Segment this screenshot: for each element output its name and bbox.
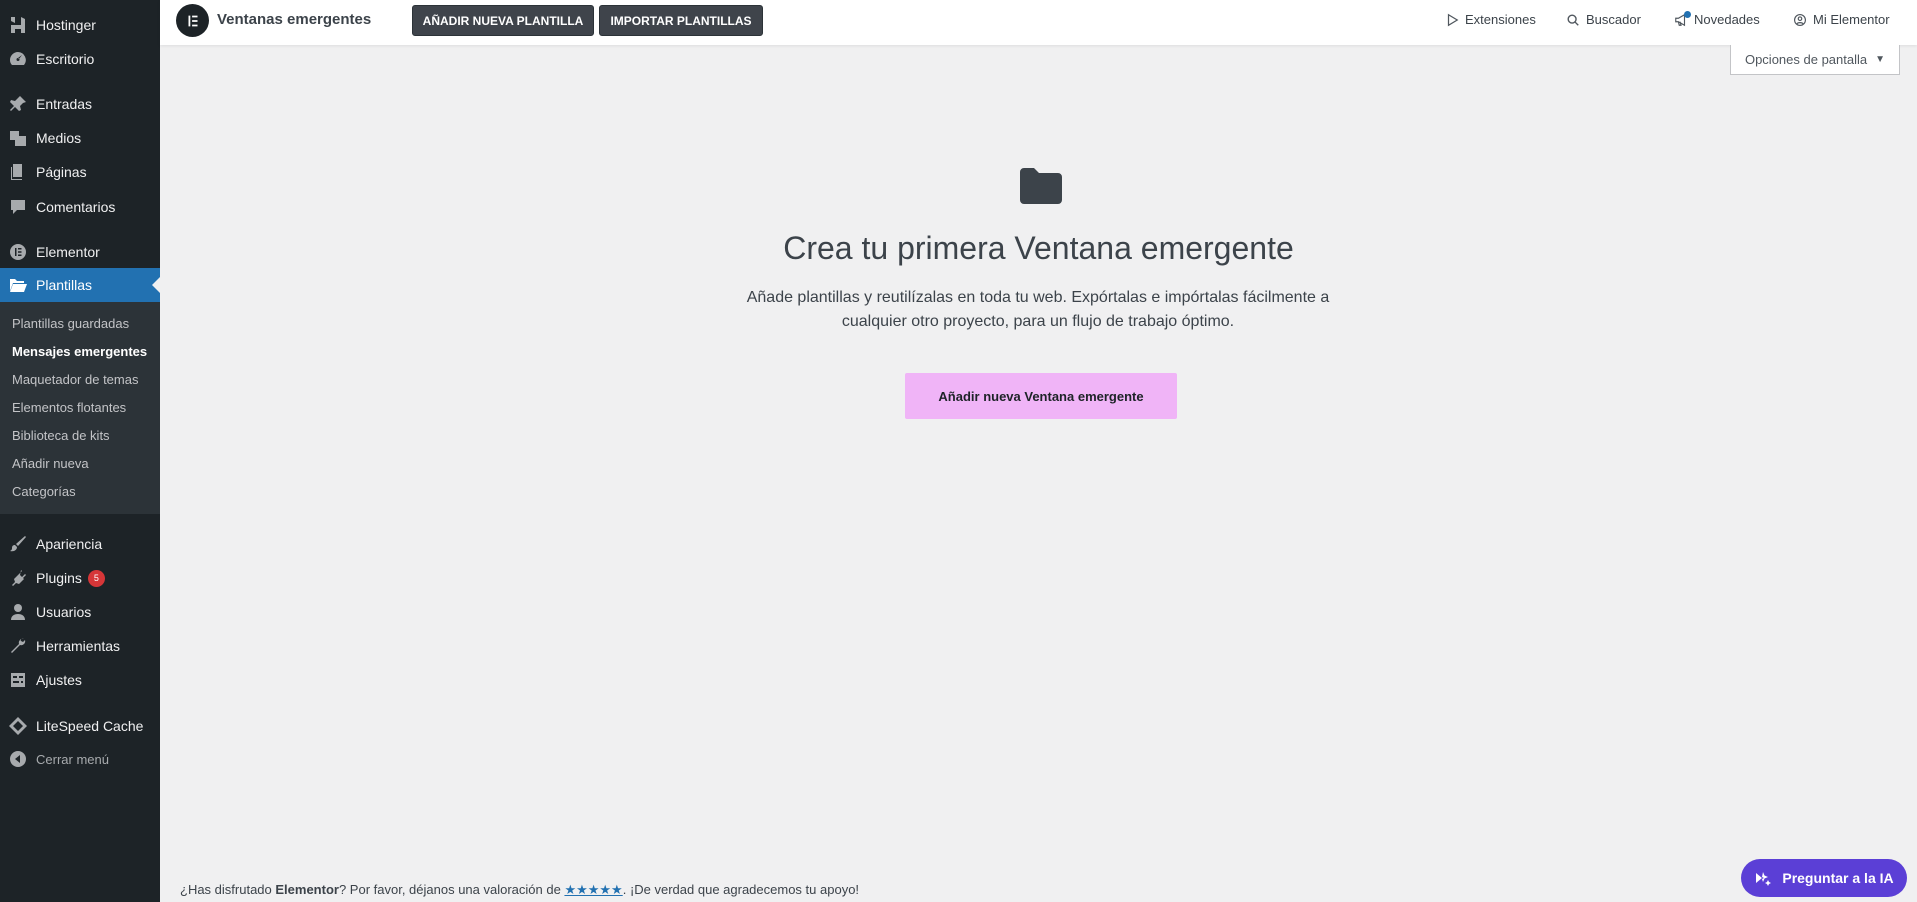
empty-state-title: Crea tu primera Ventana emergente xyxy=(783,230,1294,266)
media-icon xyxy=(0,128,36,148)
sidebar-item-escritorio[interactable]: Escritorio xyxy=(0,42,160,76)
sidebar-item-elementor[interactable]: Elementor xyxy=(0,235,160,269)
sidebar-item-plugins[interactable]: Plugins 5 xyxy=(0,561,160,595)
admin-sidebar: Hostinger Escritorio Entradas Medios Pág… xyxy=(0,0,160,902)
folder-icon xyxy=(1020,168,1062,204)
elementor-icon xyxy=(0,242,36,262)
elementor-logo xyxy=(176,4,209,37)
brush-icon xyxy=(0,534,36,554)
plugin-icon xyxy=(0,568,36,588)
sidebar-item-label: Entradas xyxy=(36,96,93,112)
ask-ai-label: Preguntar a la IA xyxy=(1782,870,1894,886)
admin-footer: ¿Has disfrutado Elementor? Por favor, dé… xyxy=(180,882,859,898)
sidebar-item-label: Comentarios xyxy=(36,199,116,215)
caret-down-icon: ▼ xyxy=(1875,54,1886,65)
play-outline-icon xyxy=(1447,13,1459,26)
hostinger-icon xyxy=(0,15,36,35)
user-icon xyxy=(0,602,36,622)
search-link[interactable]: Buscador xyxy=(1566,12,1641,27)
sidebar-item-label: Usuarios xyxy=(36,604,92,620)
ask-ai-button[interactable]: Preguntar a la IA xyxy=(1741,859,1907,897)
sidebar-item-label: Páginas xyxy=(36,164,87,180)
plugins-update-badge: 5 xyxy=(87,569,105,587)
sidebar-item-label: Herramientas xyxy=(36,638,121,654)
collapse-menu-label: Cerrar menú xyxy=(36,751,109,767)
elementor-top-bar: Ventanas emergentes AÑADIR NUEVA PLANTIL… xyxy=(160,0,1917,45)
screen-options-label: Opciones de pantalla xyxy=(1744,52,1868,67)
rating-stars-link[interactable]: ★★★★★ xyxy=(564,882,622,897)
submenu-item-categories[interactable]: Categorías xyxy=(12,484,76,499)
dashboard-icon xyxy=(0,49,36,69)
pin-icon xyxy=(0,94,36,114)
collapse-arrow-icon xyxy=(0,749,36,769)
user-circle-icon xyxy=(1794,13,1806,26)
sidebar-item-herramientas[interactable]: Herramientas xyxy=(0,629,160,663)
pages-icon xyxy=(0,162,36,182)
submenu-item-theme-builder[interactable]: Maquetador de temas xyxy=(12,372,138,387)
sidebar-item-label: Ajustes xyxy=(36,672,82,688)
extensions-link[interactable]: Extensiones xyxy=(1445,12,1536,27)
add-new-template-button[interactable]: AÑADIR NUEVA PLANTILLA xyxy=(412,5,594,36)
search-icon xyxy=(1567,13,1579,26)
ai-sparkle-icon xyxy=(1756,872,1772,886)
sidebar-item-label: Escritorio xyxy=(36,51,95,67)
sidebar-item-usuarios[interactable]: Usuarios xyxy=(0,595,160,629)
sidebar-item-litespeed-cache[interactable]: LiteSpeed Cache xyxy=(0,709,160,743)
footer-brand: Elementor xyxy=(275,882,339,897)
sidebar-item-apariencia[interactable]: Apariencia xyxy=(0,527,160,561)
footer-prefix: ¿Has disfrutado xyxy=(180,882,276,897)
sidebar-item-hostinger[interactable]: Hostinger xyxy=(0,8,160,42)
collapse-menu-button[interactable]: Cerrar menú xyxy=(0,742,160,776)
folder-open-icon xyxy=(0,275,36,295)
megaphone-icon xyxy=(1674,10,1694,27)
sidebar-item-entradas[interactable]: Entradas xyxy=(0,87,160,121)
screen-options-toggle[interactable]: Opciones de pantalla ▼ xyxy=(1730,45,1900,75)
sidebar-item-label: Medios xyxy=(36,130,82,146)
search-label: Buscador xyxy=(1586,12,1641,27)
sidebar-item-label: Elementor xyxy=(36,244,100,260)
sidebar-item-comentarios[interactable]: Comentarios xyxy=(0,190,160,224)
submenu-item-saved-templates[interactable]: Plantillas guardadas xyxy=(12,316,129,331)
settings-icon xyxy=(0,670,36,690)
page-title: Ventanas emergentes xyxy=(217,11,372,28)
sidebar-item-label: Plantillas xyxy=(36,277,93,293)
news-label: Novedades xyxy=(1694,12,1760,27)
import-templates-button[interactable]: IMPORTAR PLANTILLAS xyxy=(599,5,763,36)
submenu-item-popups[interactable]: Mensajes emergentes xyxy=(12,344,147,359)
whats-new-link[interactable]: Novedades xyxy=(1674,10,1760,27)
submenu-item-floating-elements[interactable]: Elementos flotantes xyxy=(12,400,126,415)
sidebar-item-label: Plugins xyxy=(36,570,82,586)
comments-icon xyxy=(0,197,36,217)
footer-middle: ? Por favor, déjanos una valoración de xyxy=(338,882,565,897)
sidebar-item-label: Apariencia xyxy=(36,536,103,552)
my-elementor-label: Mi Elementor xyxy=(1813,12,1890,27)
sidebar-item-label: Hostinger xyxy=(36,17,96,33)
sidebar-item-plantillas[interactable]: Plantillas xyxy=(0,268,160,302)
notification-dot xyxy=(1684,10,1691,18)
sidebar-item-ajustes[interactable]: Ajustes xyxy=(0,663,160,697)
my-elementor-link[interactable]: Mi Elementor xyxy=(1793,12,1890,27)
add-new-popup-button[interactable]: Añadir nueva Ventana emergente xyxy=(905,373,1177,419)
empty-state-description: Añade plantillas y reutilízalas en toda … xyxy=(746,289,1330,330)
diamond-icon xyxy=(0,716,36,736)
wrench-icon xyxy=(0,636,36,656)
sidebar-item-label: LiteSpeed Cache xyxy=(36,718,144,734)
sidebar-item-medios[interactable]: Medios xyxy=(0,121,160,155)
submenu-item-kit-library[interactable]: Biblioteca de kits xyxy=(12,428,110,443)
submenu-item-add-new[interactable]: Añadir nueva xyxy=(12,456,89,471)
footer-suffix: . ¡De verdad que agradecemos tu apoyo! xyxy=(622,882,860,897)
extensions-label: Extensiones xyxy=(1465,12,1536,27)
sidebar-item-paginas[interactable]: Páginas xyxy=(0,155,160,189)
templates-submenu: Plantillas guardadas Mensajes emergentes… xyxy=(0,302,160,514)
